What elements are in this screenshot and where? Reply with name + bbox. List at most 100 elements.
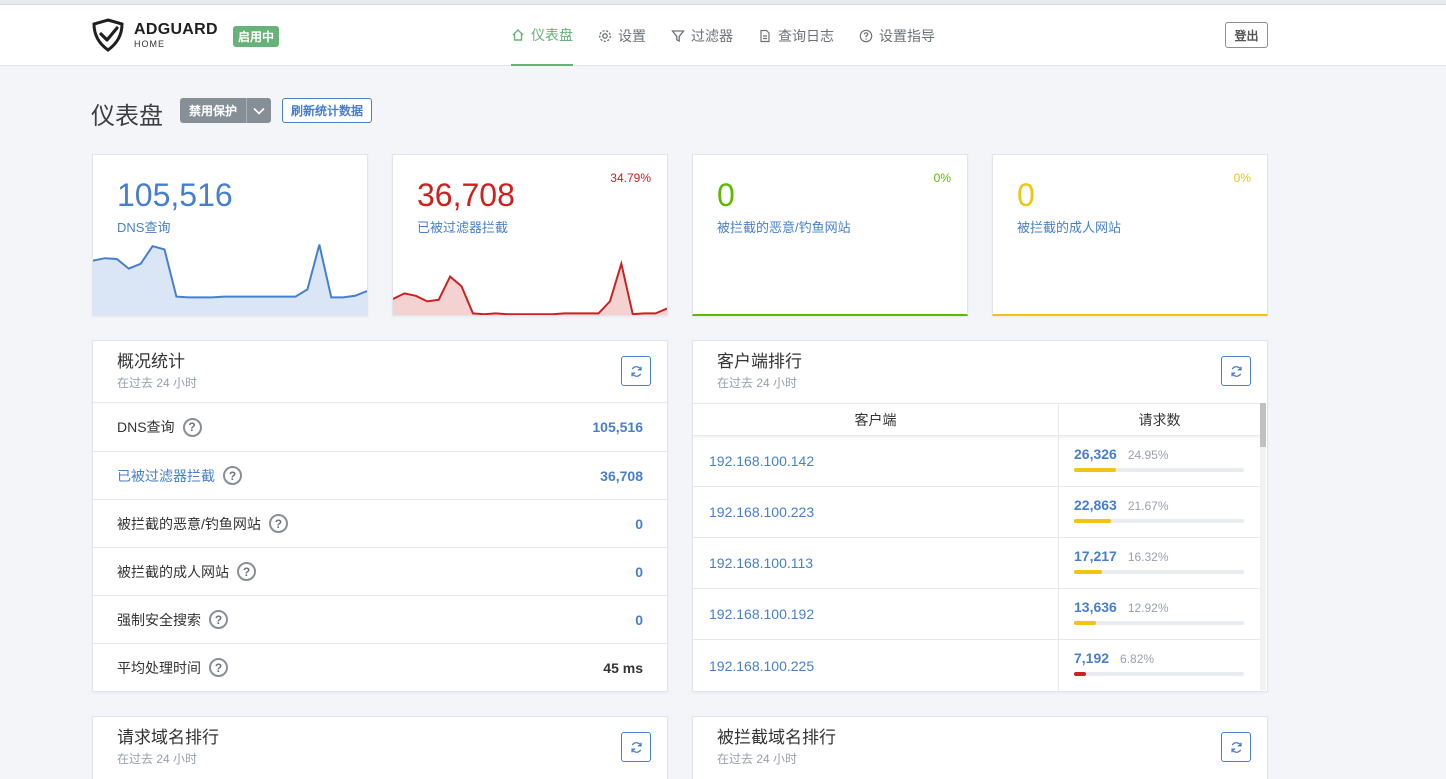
- nav-query-log-label: 查询日志: [778, 27, 834, 44]
- general-row-blocked-by-filters: 已被过滤器拦截? 36,708: [93, 451, 667, 499]
- help-icon[interactable]: ?: [182, 417, 202, 437]
- refresh-icon: [1230, 741, 1242, 753]
- general-row-value: 0: [635, 515, 643, 532]
- general-row-dns-queries: DNS查询? 105,516: [93, 403, 667, 451]
- malware-phishing-label: 被拦截的恶意/钓鱼网站: [717, 220, 851, 235]
- help-circle-icon: [859, 29, 873, 42]
- main-nav: 仪表盘 设置 过滤器 查询日志 设置指导: [511, 5, 960, 66]
- column-header-client[interactable]: 客户端: [693, 404, 1059, 435]
- dns-queries-count: 105,516: [117, 177, 233, 213]
- gear-icon: [599, 29, 611, 42]
- status-badge: 启用中: [233, 26, 280, 47]
- top-queried-domains-title: 请求域名排行: [117, 728, 219, 747]
- protection-dropdown-toggle[interactable]: [246, 98, 272, 123]
- general-row-value: 0: [635, 611, 643, 628]
- help-icon[interactable]: ?: [268, 514, 288, 533]
- request-progress-fill: [1074, 570, 1102, 574]
- nav-filters[interactable]: 过滤器: [671, 5, 733, 66]
- home-icon: [512, 28, 524, 41]
- client-ip[interactable]: 192.168.100.113: [693, 538, 1059, 588]
- chevron-down-icon: [253, 107, 265, 115]
- general-row-safe-search: 强制安全搜索? 0: [93, 595, 667, 643]
- nav-query-log[interactable]: 查询日志: [758, 5, 834, 66]
- client-ip[interactable]: 192.168.100.225: [693, 640, 1059, 691]
- request-count: 22,863: [1074, 497, 1117, 513]
- general-statistics-card: 概况统计 在过去 24 小时 DNS查询? 105,516 已被过滤器拦截? 3…: [92, 340, 668, 692]
- top-clients-title: 客户端排行: [717, 352, 802, 371]
- top-blocked-domains-card: 被拦截域名排行 在过去 24 小时: [692, 716, 1268, 779]
- request-progress-bar: [1074, 672, 1244, 676]
- help-icon[interactable]: ?: [209, 658, 228, 677]
- general-row-label: 强制安全搜索: [117, 611, 201, 628]
- nav-settings-label: 设置: [618, 27, 646, 44]
- nav-setup-guide-label: 设置指导: [879, 27, 935, 44]
- top-clients-table-header: 客户端 请求数: [693, 403, 1260, 436]
- general-row-label[interactable]: 已被过滤器拦截: [117, 466, 215, 486]
- sparkline-area: [93, 244, 367, 315]
- request-progress-bar: [1074, 621, 1244, 625]
- help-icon[interactable]: ?: [237, 562, 256, 581]
- stat-card-dns-queries[interactable]: 105,516 DNS查询: [92, 154, 368, 316]
- table-row: 192.168.100.142 26,326 24.95%: [693, 436, 1260, 487]
- general-row-value: 36,708: [600, 467, 643, 484]
- client-ip[interactable]: 192.168.100.142: [693, 436, 1059, 486]
- malware-phishing-percent: 0%: [933, 171, 951, 185]
- stat-card-malware-phishing[interactable]: 0 被拦截的恶意/钓鱼网站 0%: [692, 154, 968, 316]
- refresh-icon: [630, 741, 642, 753]
- document-icon: [760, 29, 770, 42]
- logo-subtitle: HOME: [134, 38, 165, 49]
- disable-protection-button-group: 禁用保护: [180, 98, 272, 123]
- top-blocked-domains-title: 被拦截域名排行: [717, 728, 836, 747]
- request-progress-fill: [1074, 468, 1117, 472]
- general-row-adult-sites: 被拦截的成人网站? 0: [93, 547, 667, 595]
- scrollbar-thumb[interactable]: [1260, 403, 1266, 447]
- request-percent: 24.95%: [1127, 448, 1169, 462]
- nav-setup-guide[interactable]: 设置指导: [859, 5, 935, 66]
- adult-sites-percent: 0%: [1233, 171, 1251, 185]
- malware-phishing-count: 0: [717, 177, 735, 213]
- adult-sites-count: 0: [1017, 177, 1035, 213]
- help-icon[interactable]: ?: [223, 466, 242, 485]
- help-icon[interactable]: ?: [209, 610, 228, 629]
- header: ADGUARD HOME 启用中 仪表盘 设置 过滤器 查询日志 设置指导 登出: [0, 5, 1446, 66]
- table-row: 192.168.100.225 7,192 6.82%: [693, 640, 1260, 691]
- disable-protection-button[interactable]: 禁用保护: [180, 98, 247, 123]
- stat-card-blocked-by-filters[interactable]: 36,708 已被过滤器拦截 34.79%: [392, 154, 668, 316]
- stat-card-adult-sites[interactable]: 0 被拦截的成人网站 0%: [992, 154, 1268, 316]
- top-queried-domains-refresh-button[interactable]: [621, 732, 651, 762]
- request-percent: 21.67%: [1127, 499, 1169, 513]
- general-row-value: 105,516: [592, 419, 643, 435]
- general-statistics-refresh-button[interactable]: [621, 356, 651, 386]
- logout-button[interactable]: 登出: [1225, 22, 1268, 48]
- request-percent: 6.82%: [1120, 652, 1155, 666]
- refresh-stats-button[interactable]: 刷新统计数据: [282, 98, 373, 123]
- general-row-value: 45 ms: [603, 659, 643, 676]
- logo-title: ADGUARD: [134, 20, 218, 38]
- filter-icon: [671, 29, 685, 42]
- top-clients-refresh-button[interactable]: [1221, 356, 1251, 386]
- request-count: 13,636: [1074, 599, 1117, 615]
- adult-sites-label: 被拦截的成人网站: [1017, 220, 1122, 235]
- top-blocked-domains-subtitle: 在过去 24 小时: [717, 752, 798, 766]
- refresh-icon: [630, 365, 642, 377]
- column-header-requests[interactable]: 请求数: [1059, 404, 1260, 435]
- client-ip[interactable]: 192.168.100.223: [693, 487, 1059, 537]
- request-count: 17,217: [1074, 548, 1117, 564]
- general-statistics-subtitle: 在过去 24 小时: [117, 376, 198, 390]
- logo[interactable]: ADGUARD HOME: [91, 18, 218, 52]
- request-count: 26,326: [1074, 446, 1117, 462]
- request-progress-bar: [1074, 468, 1244, 472]
- table-row: 192.168.100.192 13,636 12.92%: [693, 589, 1260, 640]
- sparkline-area: [393, 263, 667, 315]
- blocked-sparkline: [393, 259, 667, 315]
- shield-check-icon: [92, 18, 124, 52]
- nav-dashboard[interactable]: 仪表盘: [511, 5, 573, 66]
- top-blocked-domains-refresh-button[interactable]: [1221, 732, 1251, 762]
- request-count: 7,192: [1074, 650, 1110, 666]
- nav-settings[interactable]: 设置: [598, 5, 646, 66]
- table-scrollbar[interactable]: [1260, 403, 1266, 690]
- general-statistics-title: 概况统计: [117, 352, 185, 371]
- nav-dashboard-label: 仪表盘: [531, 26, 573, 43]
- client-ip[interactable]: 192.168.100.192: [693, 589, 1059, 639]
- top-queried-domains-card: 请求域名排行 在过去 24 小时: [92, 716, 668, 779]
